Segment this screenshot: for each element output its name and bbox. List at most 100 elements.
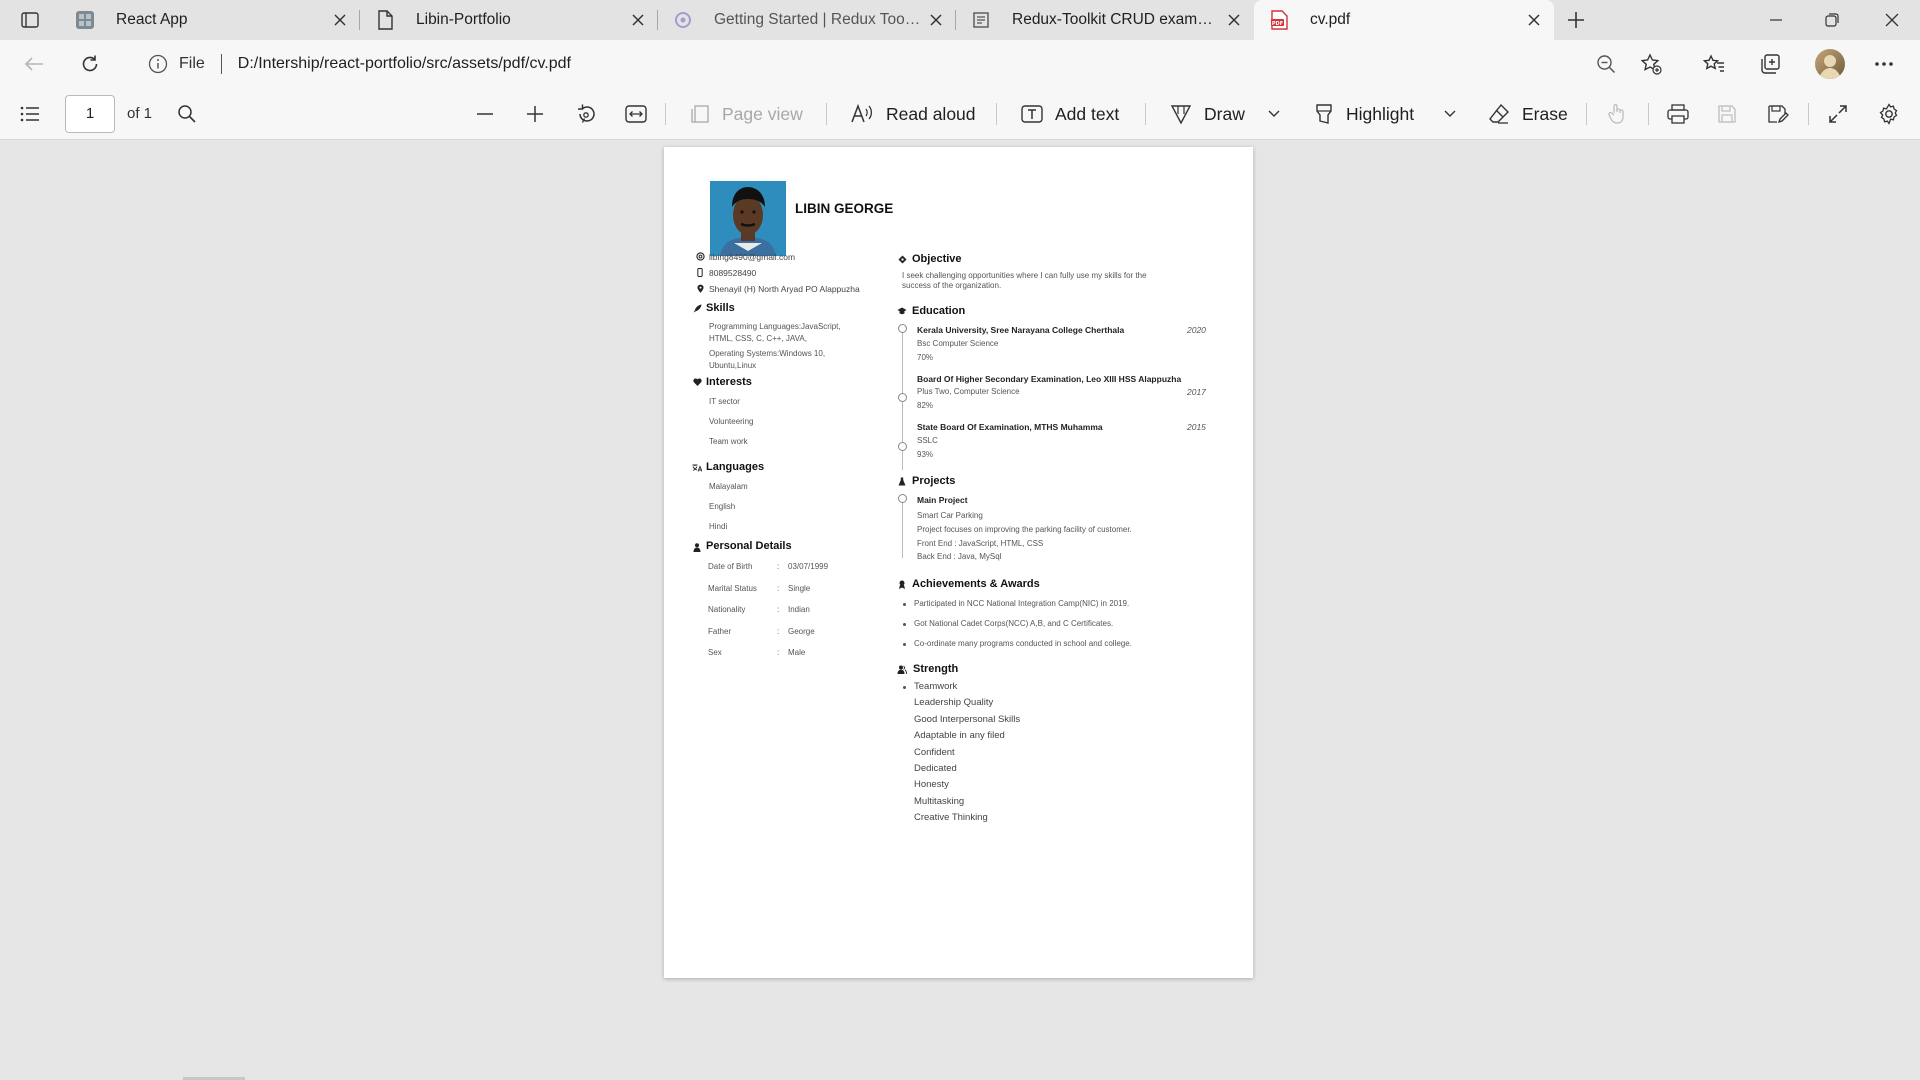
pdf-toolbar: 1 of 1 Page view Read aloud Add text Dra… (0, 88, 1920, 140)
timeline-node-icon (898, 442, 907, 451)
page-count: of 1 (127, 105, 153, 122)
fullscreen-icon[interactable] (1828, 88, 1848, 140)
favorites-icon[interactable] (1700, 50, 1728, 78)
tab-redux-toolkit[interactable]: Getting Started | Redux Toolkit (658, 0, 956, 40)
personal-label: Marital Status (708, 584, 757, 593)
redux-logo-icon (672, 9, 694, 31)
toolbar-separator (996, 103, 997, 125)
restore-button[interactable] (1804, 0, 1860, 40)
personal-separator: : (777, 627, 780, 636)
close-tab-icon[interactable] (326, 6, 354, 34)
skills-line: Ubuntu,Linux (709, 361, 757, 370)
close-tab-icon[interactable] (624, 6, 652, 34)
settings-gear-icon[interactable] (1878, 88, 1900, 140)
read-aloud-button[interactable]: Read aloud (850, 88, 976, 140)
address-bar[interactable]: File D:/Intership/react-portfolio/src/as… (127, 45, 1687, 83)
personal-value: Indian (788, 605, 810, 614)
read-aloud-label: Read aloud (886, 103, 976, 124)
url-text[interactable]: D:/Intership/react-portfolio/src/assets/… (238, 55, 571, 73)
heart-icon (692, 377, 702, 387)
site-info-icon[interactable] (147, 53, 169, 75)
close-window-button[interactable] (1864, 0, 1920, 40)
erase-label: Erase (1522, 103, 1568, 124)
education-year: 2020 (1187, 325, 1206, 335)
table-of-contents-icon[interactable] (20, 88, 40, 140)
achievement-item: Got National Cadet Corps(NCC) A,B, and C… (914, 619, 1114, 628)
education-course: Bsc Computer Science (917, 339, 999, 348)
tab-react-app[interactable]: React App (60, 0, 360, 40)
fit-to-width-icon[interactable] (625, 88, 647, 140)
strength-title: Strength (913, 663, 959, 675)
projects-timeline (902, 498, 903, 558)
contact-email: libing8490@gmail.com (709, 252, 796, 262)
touch-write-icon[interactable] (1607, 88, 1627, 140)
draw-button[interactable]: Draw (1170, 88, 1245, 140)
tab-actions-icon[interactable] (12, 8, 48, 32)
page-number-input[interactable]: 1 (65, 95, 115, 133)
education-year: 2017 (1187, 387, 1206, 397)
person-icon (692, 542, 702, 552)
svg-text:PDF: PDF (1272, 21, 1283, 27)
language-item: Malayalam (709, 482, 748, 491)
highlight-options-chevron-down-icon[interactable] (1444, 88, 1456, 140)
toolbar-separator (1808, 103, 1809, 125)
award-ribbon-icon (897, 579, 907, 589)
new-tab-button[interactable] (1562, 6, 1590, 34)
project-line: Front End : JavaScript, HTML, CSS (917, 539, 1044, 548)
back-button[interactable] (18, 48, 50, 80)
language-icon (692, 463, 702, 473)
minimize-button[interactable] (1748, 0, 1804, 40)
flask-icon (897, 476, 907, 486)
close-tab-icon[interactable] (1520, 6, 1548, 34)
personal-separator: : (777, 584, 780, 593)
profile-avatar[interactable] (1815, 49, 1845, 79)
add-favorite-icon[interactable] (1637, 50, 1665, 78)
page-view-button[interactable]: Page view (690, 88, 803, 140)
timeline-node-icon (898, 494, 907, 503)
toolbar-separator (1586, 103, 1587, 125)
tab-libin-portfolio[interactable]: Libin-Portfolio (360, 0, 658, 40)
tab-title: React App (116, 11, 188, 28)
find-icon[interactable] (177, 88, 197, 140)
print-icon[interactable] (1667, 88, 1689, 140)
interest-item: Team work (709, 437, 748, 446)
bullet (903, 623, 906, 626)
close-tab-icon[interactable] (1220, 6, 1248, 34)
erase-button[interactable]: Erase (1488, 88, 1568, 140)
refresh-button[interactable] (74, 48, 106, 80)
skills-title: Skills (706, 302, 735, 314)
rotate-icon[interactable] (575, 88, 597, 140)
achievements-title: Achievements & Awards (912, 578, 1040, 590)
toolbar-separator (1145, 103, 1146, 125)
add-text-button[interactable]: Add text (1021, 88, 1119, 140)
address-separator (220, 54, 222, 74)
close-tab-icon[interactable] (922, 6, 950, 34)
page-icon (374, 9, 396, 31)
site-favicon-icon (970, 9, 992, 31)
draw-options-chevron-down-icon[interactable] (1268, 88, 1280, 140)
tab-redux-crud[interactable]: Redux-Toolkit CRUD example with (956, 0, 1254, 40)
strength-item: Honesty (914, 779, 949, 790)
personal-label: Father (708, 627, 732, 636)
save-icon[interactable] (1717, 88, 1737, 140)
react-app-favicon-icon (74, 9, 96, 31)
pdf-viewer[interactable]: LIBIN GEORGE libing8490@gmail.com 808952… (0, 141, 1920, 1080)
zoom-out-button[interactable] (475, 88, 495, 140)
education-course: SSLC (917, 436, 938, 445)
tab-strip: React App Libin-Portfolio Getting Starte… (0, 0, 1920, 40)
tab-cv-pdf[interactable]: PDF cv.pdf (1254, 0, 1554, 40)
objective-title: Objective (912, 253, 962, 265)
personal-value: George (788, 627, 815, 636)
settings-more-icon[interactable] (1870, 50, 1898, 78)
zoom-out-icon[interactable] (1592, 50, 1620, 78)
add-text-label: Add text (1055, 103, 1120, 124)
objective-text: I seek challenging opportunities where I… (902, 271, 1147, 280)
save-as-icon[interactable] (1767, 88, 1789, 140)
interest-item: Volunteering (709, 417, 754, 426)
strength-item: Dedicated (914, 763, 957, 774)
zoom-in-button[interactable] (525, 88, 545, 140)
rocket-icon (692, 303, 702, 313)
collections-icon[interactable] (1756, 50, 1784, 78)
education-course: Plus Two, Computer Science (917, 387, 1020, 396)
highlight-button[interactable]: Highlight (1314, 88, 1414, 140)
